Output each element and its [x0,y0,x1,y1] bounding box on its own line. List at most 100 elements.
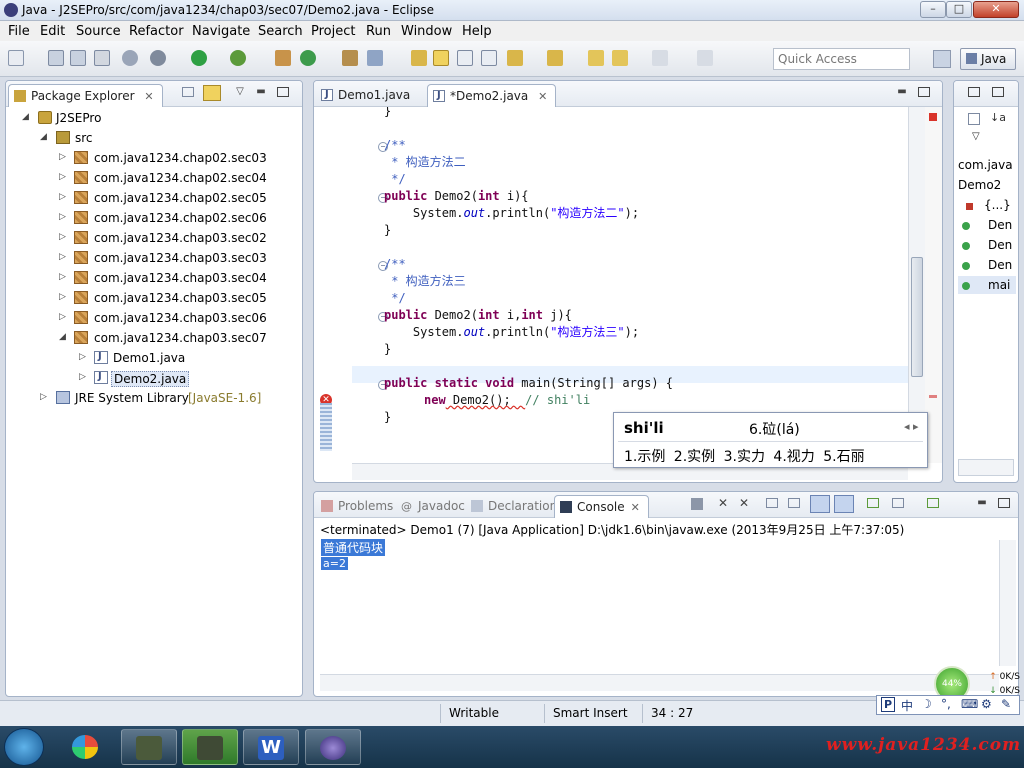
java-perspective-button[interactable]: Java [960,48,1016,70]
taskbar-app[interactable]: W [243,729,299,765]
close-button[interactable]: ✕ [973,1,1019,18]
display-console-icon[interactable] [892,498,904,508]
ime-punct-icon[interactable]: °, [941,697,951,711]
ime-handwrite-icon[interactable]: ✎ [1001,697,1011,711]
last-edit-icon[interactable] [588,50,604,66]
clear-console-icon[interactable] [766,498,778,508]
ime-settings-icon[interactable]: ⚙ [981,697,992,711]
maximize-button[interactable]: □ [946,1,972,18]
error-overview-icon[interactable] [929,113,937,121]
open-type-icon[interactable] [342,50,358,66]
new-icon[interactable] [8,50,24,66]
close-tab-icon[interactable]: ✕ [631,501,640,514]
menu-refactor[interactable]: Refactor [129,24,184,39]
minimize-view-icon[interactable]: ▬ [976,498,988,508]
ime-logo-icon[interactable]: P [881,697,896,712]
view-menu-icon[interactable]: ▽ [234,87,246,97]
console-vertical-scrollbar[interactable] [999,540,1016,666]
collapse-all-icon[interactable] [182,87,194,97]
quick-access-input[interactable]: Quick Access [773,48,910,70]
block-selection-icon[interactable] [457,50,473,66]
show-whitespace-icon[interactable] [481,50,497,66]
outline-item[interactable]: Den [988,258,1012,272]
ime-lang-toggle[interactable]: 中 [901,697,913,714]
outline-item[interactable]: com.java [958,158,1013,172]
tab-declaration[interactable]: Declaration [466,495,565,518]
view-menu-icon[interactable]: ▽ [972,131,980,142]
menu-help[interactable]: Help [462,24,492,39]
pin-editor-icon[interactable] [697,50,713,66]
save-icon[interactable] [48,50,64,66]
code-area[interactable]: − − − − − } /** * 构造方法二 */ public Demo2(… [352,107,908,463]
console-output-line[interactable]: a=2 [321,557,348,570]
menu-source[interactable]: Source [76,24,121,39]
console-output-line[interactable]: 普通代码块 [321,539,386,556]
save-all-icon[interactable] [70,50,86,66]
minimize-view-icon[interactable]: ▬ [896,87,908,97]
maximize-view-icon[interactable] [918,87,930,97]
link-editor-icon[interactable] [203,85,221,101]
taskbar-app[interactable] [121,729,177,765]
tab-package-explorer[interactable]: Package Explorer ✕ [8,84,163,107]
tab-console[interactable]: Console ✕ [554,495,649,518]
ime-candidate-6[interactable]: 6.砬(lá) [749,419,800,439]
next-annotation-icon[interactable] [507,50,523,66]
search-icon[interactable] [367,50,383,66]
maximize-view-icon[interactable] [277,87,289,97]
overview-ruler[interactable] [925,107,942,463]
remove-launch-icon[interactable]: ✕ [717,497,729,509]
tab-demo1[interactable]: Demo1.java [316,84,418,107]
minimize-button[interactable]: – [920,1,946,18]
menu-search[interactable]: Search [258,24,303,39]
close-tab-icon[interactable]: ✕ [144,90,153,103]
tab-javadoc[interactable]: @ Javadoc [396,495,473,518]
remove-all-icon[interactable]: ✕ [738,497,750,509]
mark-occurrences-icon[interactable] [433,50,449,66]
start-button[interactable] [4,728,44,766]
tab-demo2[interactable]: *Demo2.java ✕ [427,84,557,107]
open-console-icon[interactable] [927,498,939,508]
outline-item[interactable]: {...} [984,198,1011,212]
menu-window[interactable]: Window [401,24,452,39]
taskbar-app[interactable] [58,729,114,765]
menu-run[interactable]: Run [366,24,391,39]
menu-file[interactable]: File [8,24,30,39]
sort-icon[interactable]: ↓a [990,111,1006,124]
new-class-icon[interactable] [300,50,316,66]
ime-candidates[interactable]: 1.示例 2.实例 3.实力 4.视力 5.石丽 [624,446,865,466]
taskbar-app-active[interactable] [182,729,238,765]
outline-item[interactable]: Den [988,238,1012,252]
terminate-icon[interactable] [691,498,703,510]
run-icon[interactable] [191,50,207,66]
menu-project[interactable]: Project [311,24,355,39]
ime-keyboard-icon[interactable]: ⌨ [961,697,978,711]
maximize-view-icon[interactable] [992,87,1004,97]
print-icon[interactable] [94,50,110,66]
minimize-view-icon[interactable]: ▬ [255,87,267,97]
console-horizontal-scrollbar[interactable] [320,674,999,691]
show-stderr-icon[interactable] [834,495,854,513]
tab-problems[interactable]: Problems [316,495,401,518]
outline-item[interactable]: Demo2 [958,178,1001,192]
outline-horizontal-scrollbar[interactable] [958,459,1014,476]
ime-page-arrows[interactable]: ◂ ▸ [904,420,919,433]
ime-width-icon[interactable]: ☽ [921,697,932,711]
restore-view-icon[interactable] [968,87,980,97]
editor-vertical-scrollbar[interactable] [908,107,925,463]
scroll-thumb[interactable] [911,257,923,377]
back-icon[interactable] [612,50,628,66]
collapse-all-icon[interactable] [968,113,980,125]
debug-icon[interactable] [150,50,166,66]
menu-edit[interactable]: Edit [40,24,65,39]
show-stdout-icon[interactable] [810,495,830,513]
error-marker[interactable] [929,395,937,398]
pin-console-icon[interactable] [867,498,879,508]
scroll-lock-icon[interactable] [788,498,800,508]
annotation-icon[interactable] [411,50,427,66]
prev-annotation-icon[interactable] [547,50,563,66]
forward-icon[interactable] [652,50,668,66]
open-perspective-icon[interactable] [933,50,951,68]
skip-breakpoints-icon[interactable] [122,50,138,66]
maximize-view-icon[interactable] [998,498,1010,508]
taskbar-app[interactable] [305,729,361,765]
